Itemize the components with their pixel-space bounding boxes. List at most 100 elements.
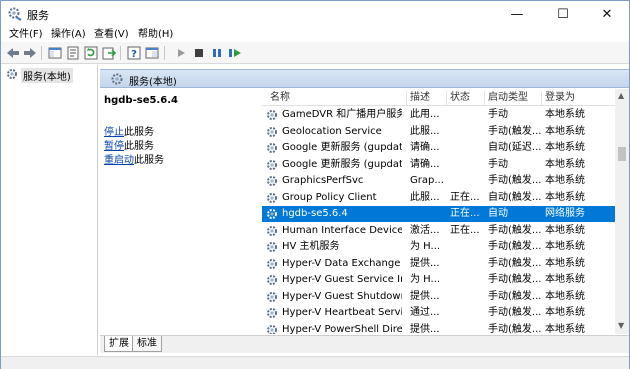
- toolbar: ?: [1, 42, 629, 64]
- gear-icon: [266, 225, 278, 237]
- action-suffix: 此服务: [134, 155, 164, 166]
- scrollbar-thumb[interactable]: [618, 147, 626, 161]
- stop-icon[interactable]: [191, 45, 207, 61]
- service-name: hgdb-se5.6.4: [282, 208, 348, 219]
- services-panel: 服务(本地) hgdb-se5.6.4 停止此服务 暂停此服务 重启动此服务 名…: [100, 65, 629, 355]
- column-divider[interactable]: [446, 91, 447, 105]
- gear-icon: [266, 175, 278, 187]
- service-startup-type: 手动: [488, 109, 508, 120]
- gear-icon: [266, 208, 278, 220]
- pause-service-action: 暂停此服务: [104, 137, 154, 152]
- service-logon-as: 本地系统: [545, 125, 585, 137]
- service-description: 此服...: [410, 125, 440, 137]
- list-header: 名称 描述 状态 启动类型 登录为: [262, 89, 615, 106]
- tab-standard[interactable]: 标准: [132, 336, 162, 352]
- forward-icon[interactable]: [22, 45, 38, 61]
- service-description: 提供...: [410, 323, 440, 335]
- service-startup-type: 自动: [488, 208, 508, 219]
- service-description: Grap...: [410, 175, 444, 186]
- tree-node-label: 服务(本地): [21, 67, 73, 83]
- service-startup-type: 自动(延迟...: [488, 142, 542, 153]
- table-row[interactable]: Human Interface Device S... 激活... 正在... 手动(…: [262, 223, 615, 239]
- service-name: GraphicsPerfSvc: [282, 175, 364, 186]
- vertical-scrollbar[interactable]: ▲ ▼: [615, 89, 629, 334]
- gear-icon: [266, 324, 278, 334]
- table-row[interactable]: Hyper-V PowerShell Direct... 提供... 手动(触发..…: [262, 322, 615, 335]
- service-startup-type: 手动(触发...: [488, 125, 542, 137]
- column-header-status[interactable]: 状态: [450, 91, 470, 105]
- service-name: Google 更新服务 (gupdate...: [282, 158, 402, 170]
- service-logon-as: 本地系统: [545, 224, 585, 236]
- scroll-up-icon[interactable]: ▲: [618, 91, 624, 100]
- service-name: Hyper-V PowerShell Direct...: [282, 323, 402, 335]
- help-icon[interactable]: ?: [126, 45, 142, 61]
- column-divider[interactable]: [406, 91, 407, 105]
- console-icon[interactable]: [144, 45, 160, 61]
- service-logon-as: 本地系统: [545, 175, 585, 186]
- service-logon-as: 本地系统: [545, 158, 585, 170]
- minimize-button[interactable]: —: [495, 1, 539, 27]
- export-icon[interactable]: [101, 45, 117, 61]
- menu-action[interactable]: 操作(A): [51, 27, 86, 42]
- column-header-logon-as[interactable]: 登录为: [545, 91, 575, 105]
- service-status: 正在...: [450, 191, 480, 203]
- gear-icon: [266, 274, 278, 286]
- toolbar-separator: [41, 46, 42, 60]
- table-row[interactable]: Hyper-V Guest Service Int... 为 H... 手动(触发.…: [262, 272, 615, 288]
- table-row[interactable]: Hyper-V Heartbeat Service 通过... 手动(触发... 本地…: [262, 305, 615, 321]
- gear-icon: [266, 192, 278, 204]
- table-row[interactable]: Geolocation Service 此服... 手动(触发... 本地系统: [262, 124, 615, 140]
- refresh-icon[interactable]: [83, 45, 99, 61]
- service-logon-as: 网络服务: [545, 208, 585, 219]
- tree-node-services-local[interactable]: 服务(本地): [6, 67, 73, 83]
- show-tree-icon[interactable]: [47, 45, 63, 61]
- maximize-button[interactable]: ☐: [541, 1, 585, 27]
- service-startup-type: 手动(触发...: [488, 241, 542, 252]
- gear-icon: [266, 258, 278, 270]
- services-list: 名称 描述 状态 启动类型 登录为 GameDVR 和广播用户服务... 此用..…: [262, 89, 615, 334]
- menu-file[interactable]: 文件(F): [9, 27, 43, 42]
- table-row[interactable]: hgdb-se5.6.4 正在... 自动 网络服务: [262, 206, 615, 222]
- back-icon[interactable]: [5, 45, 21, 61]
- column-header-description[interactable]: 描述: [410, 91, 430, 105]
- scroll-down-icon[interactable]: ▼: [618, 321, 624, 330]
- service-startup-type: 手动: [488, 158, 508, 170]
- gear-icon: [110, 72, 124, 86]
- gear-icon: [266, 159, 278, 171]
- close-button[interactable]: ✕: [585, 1, 629, 27]
- gear-icon: [266, 307, 278, 319]
- service-startup-type: 手动(触发...: [488, 307, 542, 318]
- table-row[interactable]: GraphicsPerfSvc Grap... 手动(触发... 本地系统: [262, 173, 615, 189]
- service-logon-as: 本地系统: [545, 109, 585, 120]
- service-description: 激活...: [410, 224, 440, 236]
- column-header-startup-type[interactable]: 启动类型: [488, 91, 528, 105]
- menu-view[interactable]: 查看(V): [94, 27, 129, 42]
- service-description: 此服...: [410, 191, 440, 203]
- properties-icon[interactable]: [65, 45, 81, 61]
- gear-icon: [266, 142, 278, 154]
- menu-help[interactable]: 帮助(H): [138, 27, 173, 42]
- services-app-icon: [7, 6, 23, 22]
- table-row[interactable]: Hyper-V Guest Shutdown ... 提供... 手动(触发...本…: [262, 289, 615, 305]
- table-row[interactable]: Group Policy Client 此服... 正在... 自动(触发... 本地系…: [262, 190, 615, 206]
- table-row[interactable]: Google 更新服务 (gupdate... 请确... 手动 本地系统: [262, 157, 615, 173]
- gear-icon: [266, 291, 278, 303]
- table-row[interactable]: GameDVR 和广播用户服务... 此用... 手动 本地系统: [262, 107, 615, 123]
- restart-icon[interactable]: [227, 45, 243, 61]
- pause-icon[interactable]: [209, 45, 225, 61]
- gear-icon: [6, 68, 18, 83]
- column-divider[interactable]: [484, 91, 485, 105]
- table-row[interactable]: Hyper-V Data Exchange Se... 提供... 手动(触发...…: [262, 256, 615, 272]
- table-row[interactable]: HV 主机服务 为 H... 手动(触发... 本地系统: [262, 239, 615, 255]
- restart-service-link[interactable]: 重启动: [104, 155, 134, 166]
- tab-extended[interactable]: 扩展: [104, 336, 134, 352]
- table-row[interactable]: Google 更新服务 (gupdate) 请确... 自动(延迟... 本地系统: [262, 140, 615, 156]
- play-icon[interactable]: [173, 45, 189, 61]
- column-divider[interactable]: [541, 91, 542, 105]
- column-header-name[interactable]: 名称: [270, 91, 290, 105]
- service-logon-as: 本地系统: [545, 274, 585, 285]
- service-logon-as: 本地系统: [545, 307, 585, 318]
- service-name: GameDVR 和广播用户服务...: [282, 109, 402, 120]
- service-name: Hyper-V Guest Shutdown ...: [282, 290, 402, 302]
- view-tabs: 扩展 标准: [100, 335, 629, 353]
